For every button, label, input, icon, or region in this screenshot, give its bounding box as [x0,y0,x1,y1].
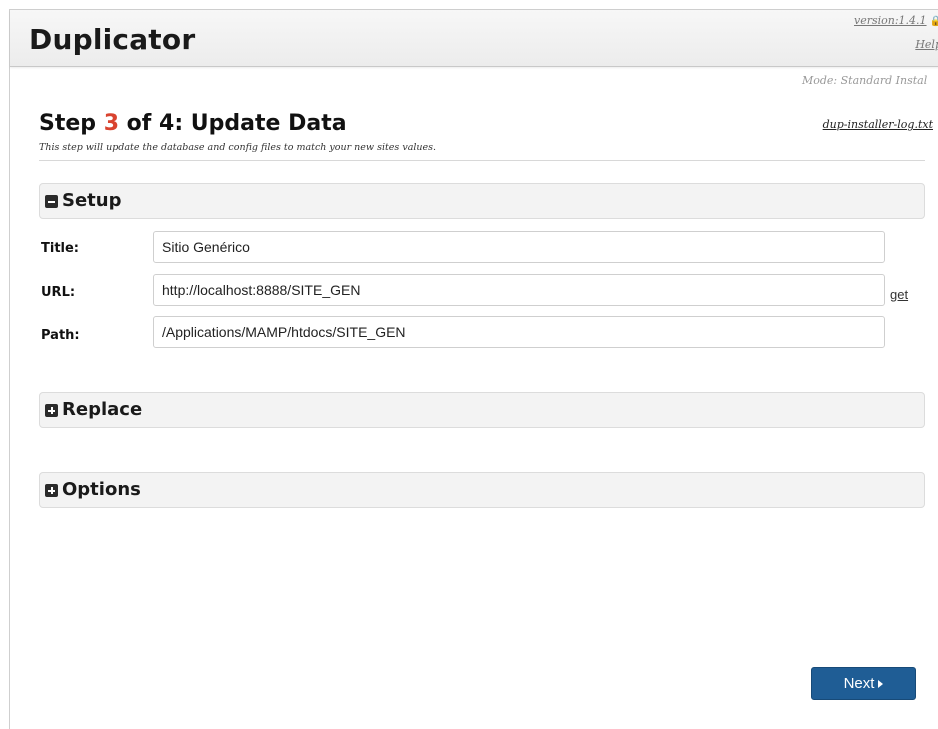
section-replace-header[interactable]: Replace [39,392,925,428]
title-label: Title: [41,241,80,256]
step-title-prefix: Step [39,111,104,136]
step-title: Step 3 of 4: Update Data [39,111,347,136]
step-title-suffix: of 4: Update Data [119,111,347,136]
url-label: URL: [41,285,76,300]
url-input[interactable] [153,274,885,306]
section-options-label: Options [62,479,141,500]
section-setup-header[interactable]: Setup [39,183,925,219]
minus-box-icon [45,195,58,208]
mode-label: Mode: Standard Instal [802,74,928,87]
get-url-link[interactable]: get [890,287,908,302]
help-link[interactable]: Help [915,38,938,51]
version-link[interactable]: version:1.4.1 🔒 [854,14,938,27]
section-setup-label: Setup [62,190,122,211]
path-label: Path: [41,328,80,343]
next-label: Next [843,675,875,692]
step-number: 3 [103,111,120,136]
installer-frame: Duplicator version:1.4.1🔒 Help Mode: Sta… [9,9,938,729]
play-icon [878,679,884,688]
next-button[interactable]: Next [811,667,916,700]
plus-box-icon [45,404,58,417]
app-title: Duplicator [29,23,196,56]
installer-log-link[interactable]: dup-installer-log.txt [823,118,933,131]
title-input[interactable] [153,231,885,263]
divider [39,160,925,161]
lock-icon: 🔒 [929,16,938,27]
section-replace-label: Replace [62,399,143,420]
path-input[interactable] [153,316,885,348]
plus-box-icon [45,484,58,497]
header-bar: Duplicator version:1.4.1🔒 Help [10,10,938,67]
section-options-header[interactable]: Options [39,472,925,508]
version-text: version:1.4.1 [853,14,927,27]
step-description: This step will update the database and c… [39,142,437,153]
